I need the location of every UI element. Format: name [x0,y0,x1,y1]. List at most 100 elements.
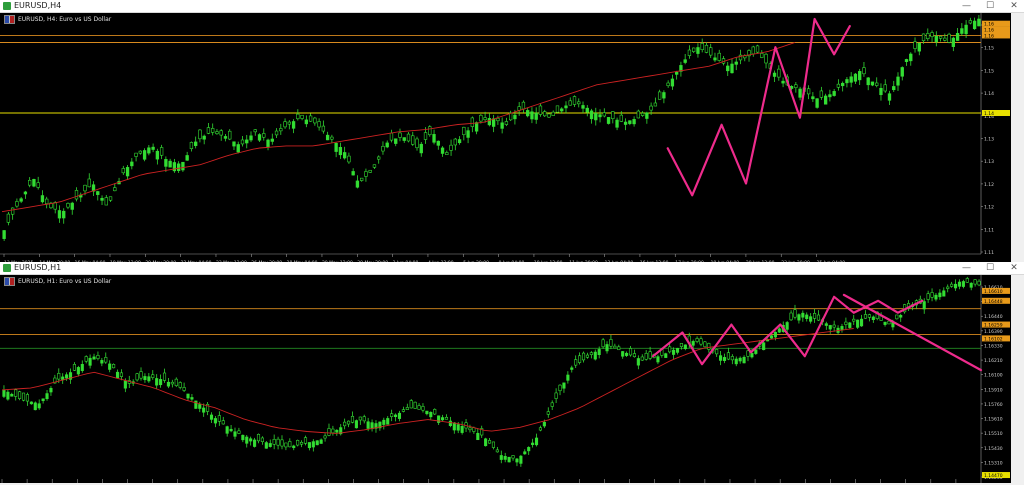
candle-body [135,373,139,381]
candle-body [268,443,272,447]
minimize-icon[interactable]: — [962,0,971,12]
candle-body [331,428,335,434]
symbol-label: EURUSD, H4: Euro vs US Dollar [4,15,111,24]
candle-body [969,282,973,288]
candle-body [558,384,562,392]
candle-body [288,441,292,448]
candle-body [515,458,519,463]
candle-body [717,52,721,61]
candle-body [670,78,675,87]
candle-body [45,393,49,399]
window-titlebar[interactable]: EURUSD,H1 — ☐ ✕ [0,262,1024,275]
candle-body [257,134,262,141]
close-icon[interactable]: ✕ [1010,262,1018,274]
candle-body [6,391,10,400]
candle-body [887,93,892,101]
candle-body [609,339,613,347]
candle-body [240,139,245,145]
candle-body [162,372,167,381]
candle-body [785,322,789,330]
price-chart-h1[interactable]: 1.166101.165001.164401.163901.163301.162… [0,275,1011,483]
candle-body [151,374,155,378]
candle-body [499,455,503,460]
candle-body [139,371,143,379]
candle-body [602,112,606,117]
candle-body [215,131,219,135]
candle-body [709,47,713,56]
candle-body [159,379,163,386]
candle-body [433,409,437,415]
chart-canvas[interactable]: 1.166101.165001.164401.163901.163301.162… [0,275,1011,483]
candle-body [18,391,22,399]
candle-body [92,356,96,360]
candle-body [922,301,926,310]
currency-flag-icon [4,277,15,286]
candle-body [432,134,436,143]
maximize-icon[interactable]: ☐ [986,0,994,12]
chart-window-icon [3,2,11,10]
price-chart-h4[interactable]: 1.16 1.15 1.15 1.14 1.14 1.13 1.13 1.12 1.12 1.11… [0,13,1011,270]
candle-body [166,381,170,387]
candle-body [372,164,377,168]
close-icon[interactable]: ✕ [1010,0,1018,12]
candle-body [292,445,296,449]
candle-body [440,147,445,154]
candle-body [554,392,558,399]
window-titlebar[interactable]: EURUSD,H4 — ☐ ✕ [0,0,1024,13]
candle-body [25,394,30,402]
candle-body [521,101,526,110]
minimize-icon[interactable]: — [962,262,971,274]
candle-body [334,142,338,152]
candle-body [134,152,138,157]
candle-body [425,410,429,415]
candle-body [730,356,734,361]
candle-body [801,312,805,318]
candle-body [568,100,572,106]
candle-body [964,24,968,35]
candle-body [862,67,866,75]
candle-body [572,96,577,105]
candle-body [615,119,619,128]
candle-body [644,352,648,360]
candle-body [236,144,240,153]
candle-body [560,108,564,112]
candle-body [272,439,276,445]
candle-body [738,357,742,362]
candle-body [797,314,801,321]
candle-body [256,434,261,442]
candle-body [262,133,266,138]
candle-body [84,356,88,362]
candle-body [883,84,887,92]
candle-body [687,49,692,56]
candle-body [943,37,947,41]
maximize-icon[interactable]: ☐ [986,262,994,274]
candle-body [260,437,264,442]
candle-body [354,420,358,429]
candle-body [947,33,951,43]
candle-body [623,121,628,125]
chart-canvas[interactable]: 1.16 1.15 1.15 1.14 1.14 1.13 1.13 1.12 1.12 1.11… [0,13,1011,270]
candle-body [96,191,100,195]
candle-body [852,318,856,322]
candle-body [28,180,32,186]
candle-body [198,129,202,140]
candle-body [389,132,394,141]
candle-body [206,127,211,134]
candle-body [866,77,870,86]
candle-body [225,426,229,434]
candle-body [123,380,127,389]
candle-body [45,198,49,204]
candle-body [468,427,472,431]
candle-body [382,419,386,425]
chart-window-h4[interactable]: EURUSD,H4 — ☐ ✕ 1.16 1.15 1.15 1.14 1.14 1.13… [0,0,1024,270]
candle-body [703,341,707,348]
chart-window-h1[interactable]: EURUSD,H1 — ☐ ✕ 1.166101.165001.164401.1… [0,262,1024,485]
candle-body [57,210,62,219]
candle-body [972,20,977,30]
candle-body [444,416,449,420]
candle-body [674,71,679,75]
candle-body [274,130,279,136]
candle-body [640,112,645,116]
candle-body [883,321,887,325]
candle-body [453,138,457,146]
